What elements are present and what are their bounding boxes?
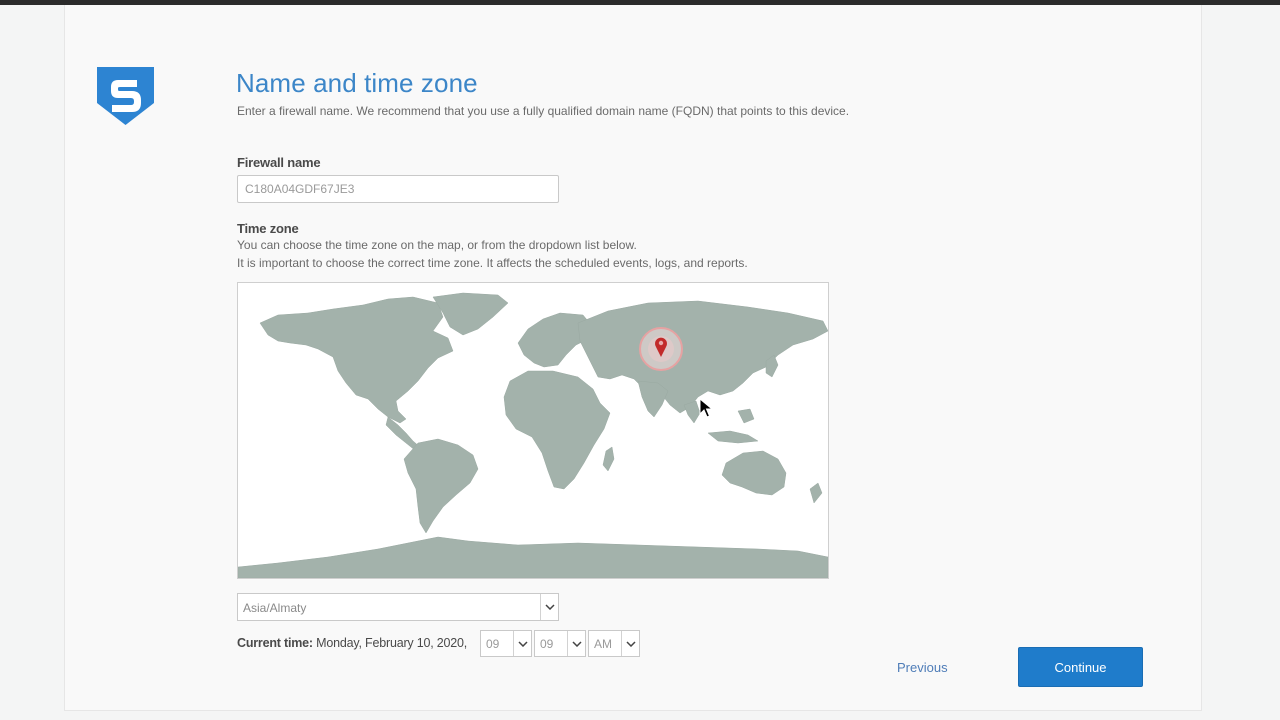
southeast-asia-landmass[interactable] [683, 400, 759, 444]
current-time-date: Monday, February 10, 2020, [316, 636, 468, 650]
greenland-landmass[interactable] [432, 292, 509, 336]
sophos-shield-icon [97, 67, 154, 125]
time-zone-map[interactable] [237, 282, 829, 579]
current-time: Current time: Monday, February 10, 2020, [237, 636, 467, 650]
north-america-landmass[interactable] [259, 296, 454, 424]
minute-select-value: 09 [540, 637, 554, 651]
africa-landmass[interactable] [503, 370, 611, 490]
mouse-pointer-icon [699, 398, 713, 418]
chevron-down-icon[interactable] [567, 631, 585, 656]
time-zone-help-1: You can choose the time zone on the map,… [237, 238, 637, 252]
minute-select[interactable]: 09 [534, 630, 586, 657]
page-subtitle: Enter a firewall name. We recommend that… [237, 104, 850, 118]
new-zealand-landmass[interactable] [809, 482, 823, 504]
previous-link[interactable]: Previous [897, 660, 948, 675]
ampm-select-value: AM [594, 637, 612, 651]
antarctica-landmass[interactable] [238, 536, 828, 578]
time-zone-select-value: Asia/Almaty [243, 601, 307, 615]
ampm-select[interactable]: AM [588, 630, 640, 657]
map-pin-icon [639, 327, 683, 371]
chevron-down-icon[interactable] [540, 594, 558, 620]
world-map[interactable] [238, 283, 828, 578]
central-america-landmass[interactable] [385, 416, 421, 452]
hour-select[interactable]: 09 [480, 630, 532, 657]
madagascar-landmass[interactable] [602, 446, 615, 472]
current-time-label: Current time: [237, 636, 313, 650]
chevron-down-icon[interactable] [513, 631, 531, 656]
hour-select-value: 09 [486, 637, 500, 651]
time-zone-label: Time zone [237, 221, 299, 236]
south-america-landmass[interactable] [403, 438, 479, 534]
firewall-name-label: Firewall name [237, 155, 321, 170]
time-zone-select[interactable]: Asia/Almaty [237, 593, 559, 621]
time-zone-help-2: It is important to choose the correct ti… [237, 256, 748, 270]
chevron-down-icon[interactable] [621, 631, 639, 656]
page-title: Name and time zone [236, 68, 478, 98]
firewall-name-input[interactable] [237, 175, 559, 203]
continue-button[interactable]: Continue [1018, 647, 1143, 687]
asia-landmass[interactable] [577, 300, 828, 414]
australia-landmass[interactable] [721, 450, 787, 496]
